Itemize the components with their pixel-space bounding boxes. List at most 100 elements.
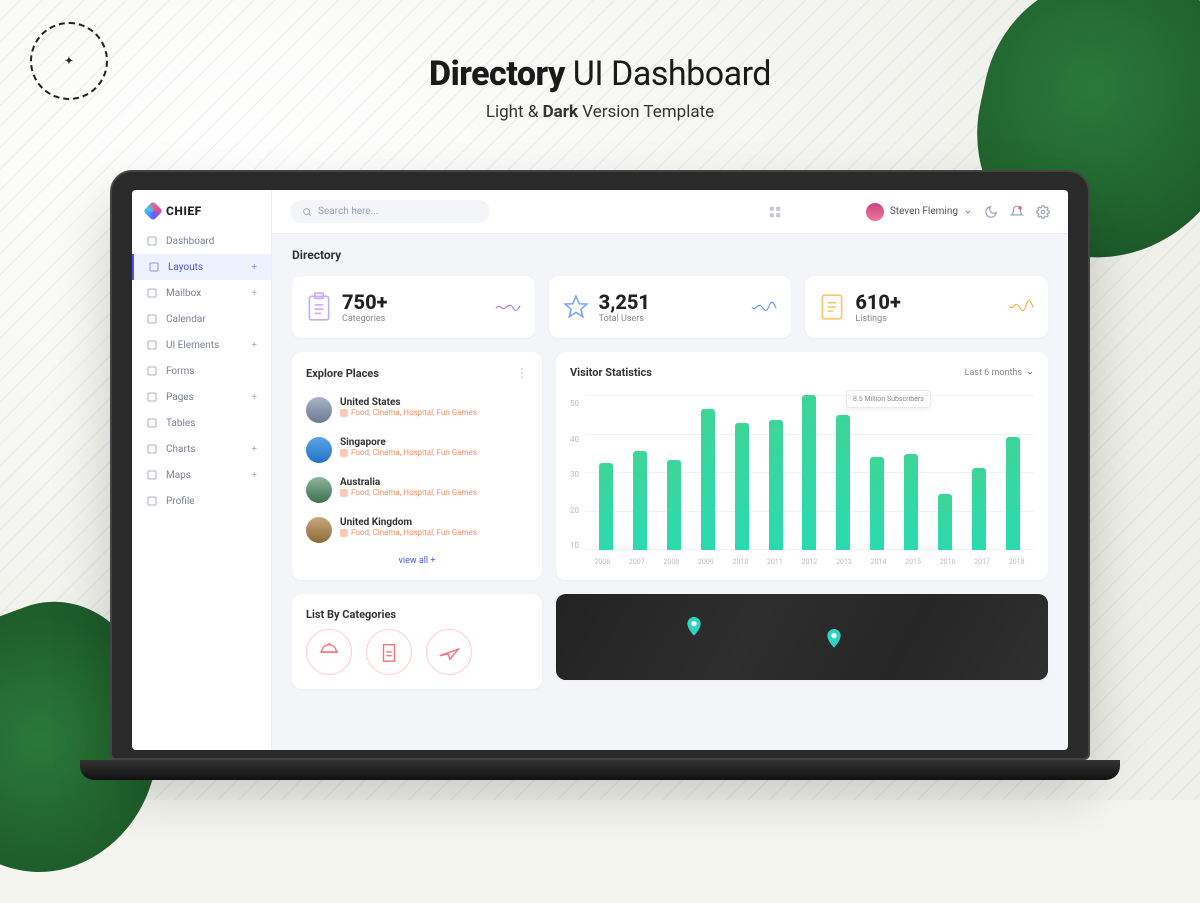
nav-icon: [146, 365, 158, 377]
star-icon: [563, 292, 589, 322]
tag-icon: [340, 449, 348, 457]
tag-icon: [340, 409, 348, 417]
chevron-down-icon: [1026, 369, 1034, 377]
brand-logo-icon: [143, 201, 163, 221]
sidebar-item-pages[interactable]: Pages+: [132, 384, 271, 410]
explore-title: Explore Places: [306, 367, 379, 380]
sidebar: CHIEF DashboardLayouts+Mailbox+CalendarU…: [132, 190, 272, 750]
food-icon[interactable]: [306, 629, 352, 675]
chart-title: Visitor Statistics: [570, 366, 652, 379]
search-icon: [302, 207, 312, 217]
sidebar-item-maps[interactable]: Maps+: [132, 462, 271, 488]
categories-card: List By Categories: [292, 594, 542, 689]
sidebar-item-ui-elements[interactable]: UI Elements+: [132, 332, 271, 358]
chart-bar[interactable]: [870, 457, 884, 550]
sidebar-item-profile[interactable]: Profile: [132, 488, 271, 514]
grid-icon[interactable]: [768, 205, 782, 219]
chart-bars: [585, 395, 1034, 550]
place-item[interactable]: AustraliaFood, Cinema, Hospital, Fun Gam…: [306, 470, 528, 510]
chart-bar[interactable]: [735, 423, 749, 550]
expand-icon: +: [251, 340, 257, 351]
page-title: Directory: [292, 248, 1048, 262]
sidebar-item-dashboard[interactable]: Dashboard: [132, 228, 271, 254]
categories-title: List By Categories: [306, 608, 528, 621]
clipboard-icon: [306, 292, 332, 322]
sidebar-item-forms[interactable]: Forms: [132, 358, 271, 384]
stat-row: 750+Categories 3,251Total Users 610+List: [292, 276, 1048, 338]
place-item[interactable]: SingaporeFood, Cinema, Hospital, Fun Gam…: [306, 430, 528, 470]
gear-icon[interactable]: [1036, 205, 1050, 219]
expand-icon: +: [251, 288, 257, 299]
expand-icon: +: [251, 262, 257, 273]
more-icon[interactable]: ⋮: [516, 366, 528, 380]
sparkline: [751, 292, 777, 322]
brand-name: CHIEF: [166, 204, 202, 218]
place-item[interactable]: United StatesFood, Cinema, Hospital, Fun…: [306, 390, 528, 430]
nav-icon: [146, 313, 158, 325]
chart-bar[interactable]: [633, 451, 647, 550]
hero-title: Directory UI Dashboard: [0, 54, 1200, 94]
sidebar-item-mailbox[interactable]: Mailbox+: [132, 280, 271, 306]
chart-bar[interactable]: [599, 463, 613, 550]
explore-places-card: Explore Places ⋮ United StatesFood, Cine…: [292, 352, 542, 580]
travel-icon[interactable]: [426, 629, 472, 675]
sparkline: [495, 292, 521, 322]
chart-bar[interactable]: [769, 420, 783, 550]
nav-icon: [146, 495, 158, 507]
topbar: Search here... Steven Fleming: [272, 190, 1068, 234]
sidebar-item-calendar[interactable]: Calendar: [132, 306, 271, 332]
stat-listings: 610+Listings: [805, 276, 1048, 338]
list-icon: [819, 292, 845, 322]
avatar: [866, 203, 884, 221]
place-thumb: [306, 397, 332, 423]
hero-subtitle: Light & Dark Version Template: [0, 102, 1200, 122]
nav-icon: [146, 339, 158, 351]
chart-bar[interactable]: [972, 468, 986, 550]
search-placeholder: Search here...: [318, 206, 379, 217]
nav-icon: [146, 443, 158, 455]
hotel-icon[interactable]: [366, 629, 412, 675]
sidebar-item-layouts[interactable]: Layouts+: [132, 254, 271, 280]
user-menu[interactable]: Steven Fleming: [866, 203, 972, 221]
map-pin-icon: [686, 616, 702, 638]
tag-icon: [340, 529, 348, 537]
tag-icon: [340, 489, 348, 497]
bell-icon[interactable]: [1010, 205, 1024, 219]
place-thumb: [306, 477, 332, 503]
place-thumb: [306, 437, 332, 463]
chart-bar[interactable]: [667, 460, 681, 550]
y-axis: 5040302010: [570, 395, 585, 566]
view-all-link[interactable]: view all +: [306, 550, 528, 566]
visitor-stats-card: Visitor Statistics Last 6 months 8.5 Mil…: [556, 352, 1048, 580]
map-card[interactable]: [556, 594, 1048, 680]
sidebar-item-tables[interactable]: Tables: [132, 410, 271, 436]
nav-icon: [146, 469, 158, 481]
chart-bar[interactable]: [904, 454, 918, 550]
chart-bar[interactable]: [701, 409, 715, 550]
expand-icon: +: [251, 444, 257, 455]
nav-icon: [146, 287, 158, 299]
brand[interactable]: CHIEF: [132, 190, 271, 228]
main: Search here... Steven Fleming: [272, 190, 1068, 750]
chart-bar[interactable]: [802, 395, 816, 550]
place-thumb: [306, 517, 332, 543]
chart-bar[interactable]: [1006, 437, 1020, 550]
map-pin-icon: [826, 628, 842, 650]
user-name: Steven Fleming: [890, 206, 958, 217]
stat-categories: 750+Categories: [292, 276, 535, 338]
x-axis: 2006200720082009201020112012201320142015…: [585, 558, 1034, 566]
sidebar-item-charts[interactable]: Charts+: [132, 436, 271, 462]
moon-icon[interactable]: [984, 205, 998, 219]
nav-icon: [146, 391, 158, 403]
chevron-down-icon: [964, 208, 972, 216]
chart-bar[interactable]: [836, 415, 850, 550]
nav-icon: [146, 235, 158, 247]
place-item[interactable]: United KingdomFood, Cinema, Hospital, Fu…: [306, 510, 528, 550]
nav-icon: [148, 261, 160, 273]
chart-bar[interactable]: [938, 494, 952, 550]
search-input[interactable]: Search here...: [290, 200, 490, 223]
expand-icon: +: [251, 470, 257, 481]
laptop-mockup: CHIEF DashboardLayouts+Mailbox+CalendarU…: [110, 170, 1090, 780]
range-select[interactable]: Last 6 months: [965, 368, 1034, 378]
nav-icon: [146, 417, 158, 429]
